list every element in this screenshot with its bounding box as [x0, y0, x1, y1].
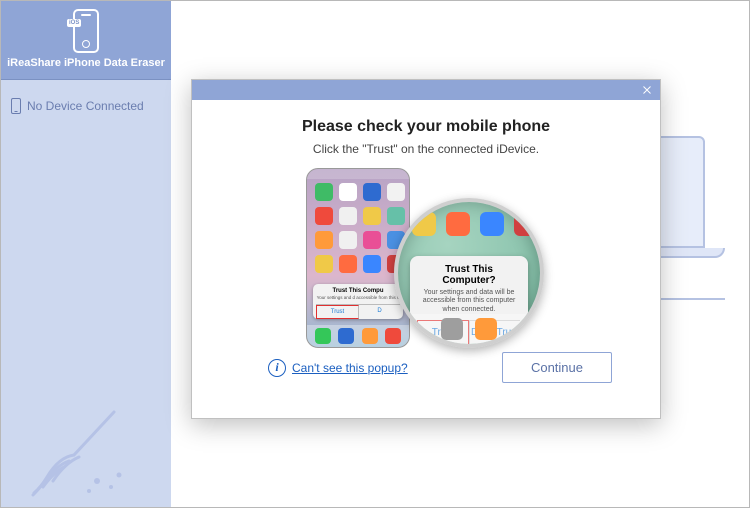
brand-icon: iOS: [69, 9, 103, 53]
app-window: iOS iReaShare iPhone Data Eraser No Devi…: [0, 0, 750, 508]
sidebar-illustration: [1, 387, 171, 507]
device-status: No Device Connected: [1, 90, 171, 122]
trust-modal: Please check your mobile phone Click the…: [191, 79, 661, 419]
modal-header: [192, 80, 660, 100]
modal-close-button[interactable]: [634, 80, 660, 100]
brand: iOS iReaShare iPhone Data Eraser: [1, 1, 171, 80]
phone-icon: [11, 98, 21, 114]
trust-dialog-title: Trust This Computer?: [418, 264, 520, 286]
magnifier: Trust This Computer? Your settings and d…: [394, 198, 544, 348]
sidebar: iOS iReaShare iPhone Data Eraser No Devi…: [1, 1, 171, 507]
modal-subtitle: Click the "Trust" on the connected iDevi…: [313, 142, 539, 156]
trust-illustration: Trust This Compu Your settings and d acc…: [286, 168, 566, 348]
continue-button[interactable]: Continue: [502, 352, 612, 383]
help-section: i Can't see this popup?: [268, 359, 408, 377]
device-status-text: No Device Connected: [27, 99, 144, 113]
modal-title: Please check your mobile phone: [302, 118, 550, 136]
help-link[interactable]: Can't see this popup?: [292, 361, 408, 375]
brand-name: iReaShare iPhone Data Eraser: [7, 57, 165, 69]
info-icon: i: [268, 359, 286, 377]
trust-dialog-body: Your settings and data will be accessibl…: [420, 289, 518, 314]
mini-trust-dialog: Trust This Compu Your settings and d acc…: [313, 284, 403, 319]
